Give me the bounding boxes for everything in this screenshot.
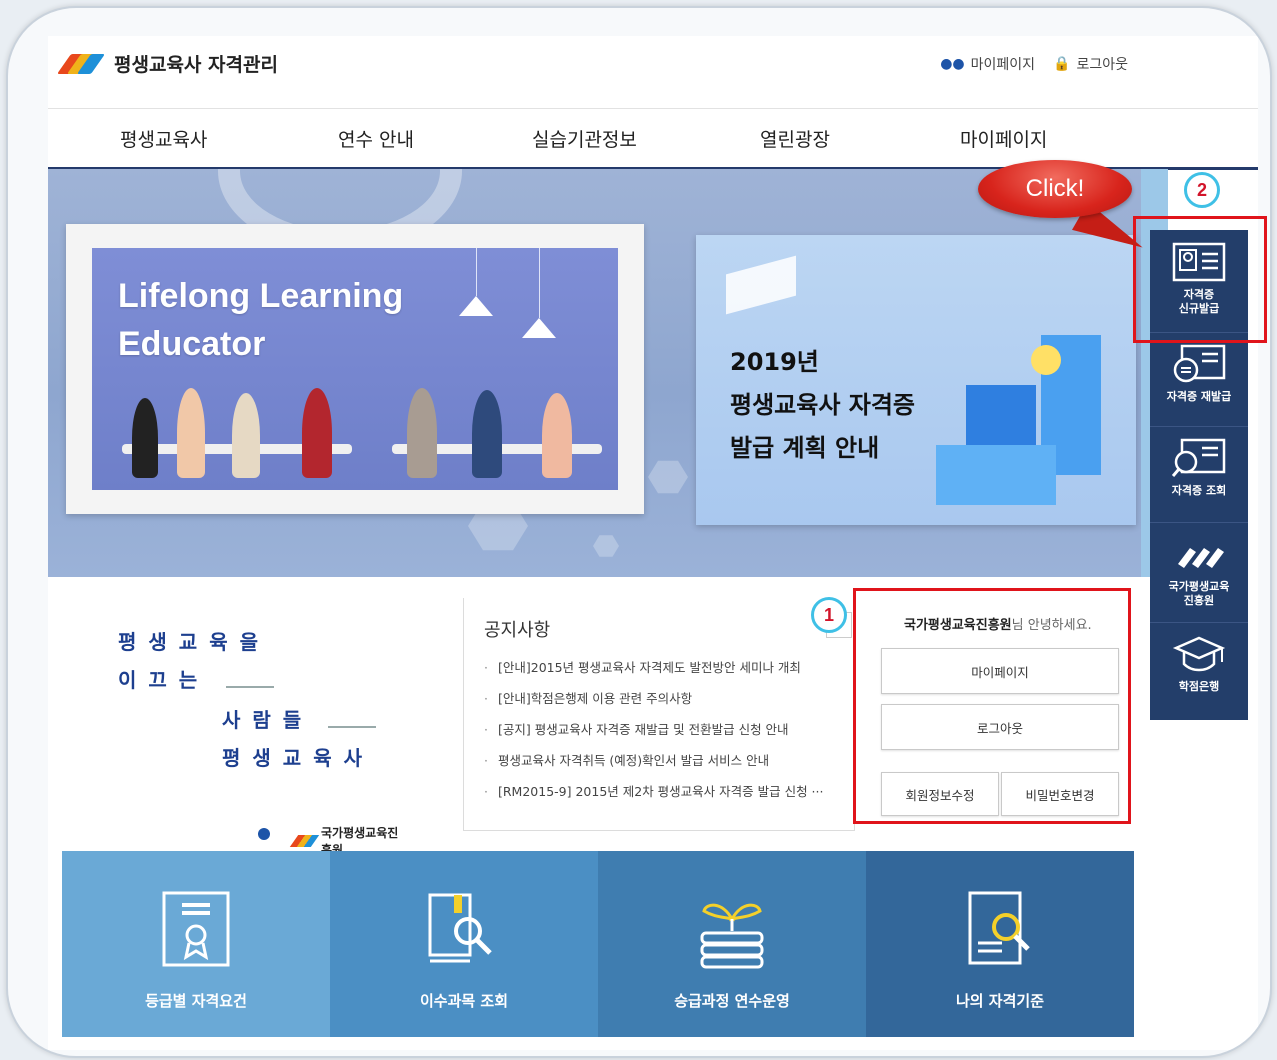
quick-link-requirements[interactable]: 등급별 자격요건: [62, 851, 330, 1037]
quick-menu-label: 국가평생교육 진흥원: [1168, 580, 1230, 607]
hero-title-line2: Educator: [118, 325, 266, 363]
book-search-icon: [424, 891, 504, 971]
notice-item[interactable]: [RM2015-9] 2015년 제2차 평생교육사 자격증 발급 신청 ···: [484, 782, 824, 813]
highlight-box-member: [853, 588, 1131, 824]
nav-item-educator[interactable]: 평생교육사: [120, 125, 207, 152]
slogan-line3: 사람들: [222, 708, 314, 732]
whiteboard-frame: Lifelong Learning Educator: [66, 224, 644, 514]
hero-banner[interactable]: Lifelong Learning Educator 2019년 평생교육사 자…: [48, 169, 1141, 577]
id-card-search-icon: [1171, 438, 1226, 478]
click-callout: Click!: [978, 160, 1132, 218]
lamp-cord: [476, 248, 477, 296]
slide-indicator-dot[interactable]: [258, 828, 270, 840]
person-figure: [232, 393, 260, 478]
quick-link-course-search[interactable]: 이수과목 조회: [330, 851, 598, 1037]
notice-item[interactable]: [안내]2015년 평생교육사 자격제도 발전방안 세미나 개최: [484, 658, 823, 689]
quick-menu-label: 자격증 조회: [1171, 484, 1227, 497]
person-figure: [472, 390, 502, 478]
person-figure: [407, 388, 437, 478]
nav-item-training[interactable]: 연수 안내: [338, 125, 414, 152]
notice-item[interactable]: [안내]학점은행제 이용 관련 주의사항: [484, 689, 823, 720]
quick-link-label: 등급별 자격요건: [145, 992, 247, 1010]
util-logout-label: 로그아웃: [1076, 57, 1128, 73]
person-figure: [542, 393, 572, 478]
nav-item-mypage[interactable]: 마이페이지: [960, 125, 1047, 152]
site-title: 평생교육사 자격관리: [114, 54, 278, 76]
nile-logo-icon: [1172, 534, 1226, 574]
quick-menu-nile[interactable]: 국가평생교육 진흥원: [1150, 522, 1248, 623]
hexagon-shape: [593, 535, 619, 557]
util-logout-link[interactable]: 🔒 로그아웃: [1053, 54, 1128, 74]
quick-link-label: 나의 자격기준: [955, 992, 1045, 1010]
hero-title: Lifelong Learning Educator: [118, 272, 403, 368]
quick-link-promotion-training[interactable]: 승급과정 연수운영: [598, 851, 866, 1037]
id-card-refresh-icon: [1172, 344, 1226, 384]
slogan-line4: 평생교육사: [222, 746, 374, 770]
lock-icon: 🔒: [1053, 56, 1071, 72]
books-icon: [226, 666, 274, 688]
certificate-icon: [156, 891, 236, 971]
slogan: 평생교육을 이끄는 사람들 평생교육사 국가평생교육진흥원: [118, 626, 408, 866]
sprout-books-icon: [692, 891, 772, 971]
document-search-icon: [960, 891, 1040, 971]
lamp-icon: [522, 318, 556, 338]
util-mypage-link[interactable]: ●● 마이페이지: [940, 54, 1035, 74]
desk-icon: [328, 706, 376, 728]
notice-item[interactable]: 평생교육사 자격취득 (예정)확인서 발급 서비스 안내: [484, 751, 823, 782]
step-badge-1: 1: [811, 597, 847, 633]
hero-notice-card[interactable]: 2019년 평생교육사 자격증 발급 계획 안내: [696, 235, 1136, 525]
quick-link-my-qualification[interactable]: 나의 자격기준: [866, 851, 1134, 1037]
quick-menu-credit-bank[interactable]: 학점은행: [1150, 622, 1248, 720]
quick-link-label: 이수과목 조회: [419, 992, 509, 1010]
lamp-cord: [539, 248, 540, 318]
hero-title-line1: Lifelong Learning: [118, 277, 404, 315]
highlight-box-new-certificate: [1133, 216, 1267, 343]
papers-icon: [726, 255, 796, 315]
graduation-cap-icon: [1172, 634, 1226, 674]
utility-menu: ●● 마이페이지 🔒 로그아웃: [940, 54, 1128, 74]
users-icon: ●●: [940, 56, 965, 72]
quick-links: 등급별 자격요건 이수과목 조회 승급과정 연수운영 나의 자격기준: [62, 851, 1134, 1037]
notice-title: 공지사항: [484, 620, 551, 641]
lamp-icon: [459, 296, 493, 316]
person-figure: [177, 388, 205, 478]
site-logo[interactable]: 평생교육사 자격관리: [56, 50, 278, 77]
quick-menu-certificate-lookup[interactable]: 자격증 조회: [1150, 426, 1248, 523]
lightbulb-icon: [1031, 345, 1061, 375]
notice-list: [안내]2015년 평생교육사 자격제도 발전방안 세미나 개최 [안내]학점은…: [484, 658, 824, 813]
slogan-line1: 평생교육을: [118, 630, 270, 654]
step-badge-2: 2: [1184, 172, 1220, 208]
iso-block: [936, 445, 1056, 505]
person-figure: [132, 398, 158, 478]
util-mypage-label: 마이페이지: [970, 57, 1036, 73]
hero-notice-text: 2019년 평생교육사 자격증 발급 계획 안내: [730, 348, 915, 462]
nav-item-open-square[interactable]: 열린광장: [760, 125, 830, 152]
slogan-line2: 이끄는: [118, 668, 210, 692]
nile-logo-icon: [289, 835, 320, 847]
quick-menu-label: 자격증 재발급: [1166, 390, 1232, 403]
quick-menu-label: 학점은행: [1178, 680, 1220, 693]
hexagon-shape: [648, 460, 688, 494]
logo-mark-icon: [56, 53, 106, 75]
notice-board: 공지사항 [안내]2015년 평생교육사 자격제도 발전방안 세미나 개최 [안…: [463, 598, 855, 831]
nav-item-practice-institutions[interactable]: 실습기관정보: [532, 125, 637, 152]
quick-link-label: 승급과정 연수운영: [674, 992, 790, 1010]
educator-illustration: Lifelong Learning Educator: [92, 248, 618, 490]
notice-item[interactable]: [공지] 평생교육사 자격증 재발급 및 전환발급 신청 안내: [484, 720, 823, 751]
quick-menu-reissue-certificate[interactable]: 자격증 재발급: [1150, 332, 1248, 427]
person-figure: [302, 388, 332, 478]
